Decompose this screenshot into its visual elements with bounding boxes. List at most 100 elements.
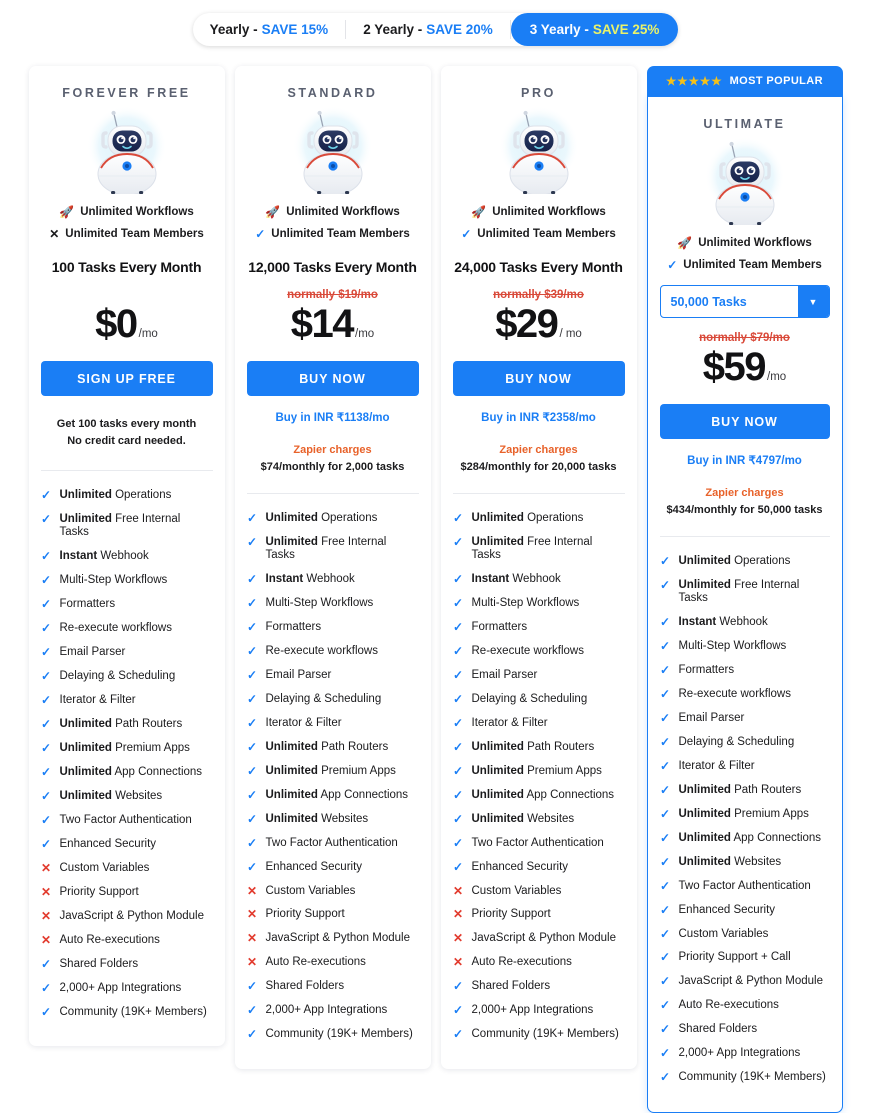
cross-icon: ✕	[49, 227, 60, 241]
feature-bold-prefix: Unlimited	[59, 789, 112, 802]
feature-text: Unlimited Path Routers	[472, 741, 595, 754]
check-icon: ✓	[452, 787, 464, 802]
feature-bold-prefix: Unlimited	[265, 536, 318, 549]
zapier-charges-detail: $284/monthly for 20,000 tasks	[460, 461, 617, 473]
highlight-workflows-label: Unlimited Workflows	[286, 206, 400, 218]
plan-card-body: ULTIMATE 🚀 Unlimited Workflows ✓ Unlimit…	[646, 96, 843, 1113]
feature-text: Priority Support	[60, 886, 139, 899]
feature-label: Operations	[115, 489, 172, 502]
billing-tab-2[interactable]: 2 Yearly - SAVE 20%	[346, 13, 510, 46]
star-rating-icon: ★★★★★	[666, 76, 723, 88]
feature-label: Path Routers	[115, 717, 183, 730]
feature-label: Priority Support	[265, 908, 345, 921]
feature-label: Multi-Step Workflows	[265, 596, 374, 609]
feature-row: ✓ Delaying & Scheduling	[41, 665, 213, 689]
feature-label: 2,000+ App Integrations	[265, 1004, 388, 1017]
billing-tab-1[interactable]: Yearly - SAVE 15%	[193, 13, 346, 46]
feature-text: Multi-Step Workflows	[266, 597, 374, 610]
feature-row: ✓ Shared Folders	[660, 1018, 830, 1042]
task-quantity-select[interactable]: 50,000 Tasks ▼	[659, 285, 830, 318]
feature-text: Instant Webhook	[60, 550, 149, 563]
cross-icon: ✕	[452, 883, 464, 898]
feature-label: Formatters	[471, 620, 528, 633]
feature-text: JavaScript & Python Module	[679, 975, 823, 988]
highlight-workflows-label: Unlimited Workflows	[698, 237, 812, 249]
check-icon: ✓	[40, 488, 52, 503]
billing-tab-save-label: SAVE 20%	[426, 22, 493, 37]
card-divider	[246, 493, 419, 494]
feature-row: ✓ Email Parser	[41, 641, 213, 665]
check-icon: ✓	[659, 806, 671, 821]
cta-button[interactable]: SIGN UP FREE	[40, 361, 213, 396]
check-icon: ✓	[246, 1003, 258, 1018]
feature-bold-prefix: Unlimited	[59, 489, 112, 502]
feature-label: Re-execute workflows	[265, 644, 378, 657]
plan-mascot	[453, 104, 625, 196]
feature-label: Webhook	[512, 572, 561, 585]
check-icon: ✓	[667, 258, 678, 272]
feature-label: Path Routers	[734, 783, 802, 796]
highlight-team-members-label: Unlimited Team Members	[271, 228, 410, 240]
billing-tab-3[interactable]: 3 Yearly - SAVE 25%	[510, 13, 679, 46]
feature-row: ✓ Unlimited Free Internal Tasks	[660, 574, 830, 611]
highlight-workflows-label: Unlimited Workflows	[492, 206, 606, 218]
feature-row: ✓ Re-execute workflows	[247, 640, 419, 664]
cross-icon: ✕	[452, 907, 464, 922]
check-icon: ✓	[246, 691, 258, 706]
feature-row: ✓ Unlimited Operations	[41, 484, 213, 508]
feature-label: Enhanced Security	[678, 903, 776, 916]
feature-label: Custom Variables	[471, 884, 562, 897]
cta-button[interactable]: BUY NOW	[452, 361, 625, 396]
robot-mascot-icon	[498, 106, 579, 194]
feature-text: Formatters	[60, 598, 116, 611]
feature-label: Operations	[527, 512, 584, 525]
feature-bold-prefix: Unlimited	[265, 740, 318, 753]
feature-label: JavaScript & Python Module	[678, 975, 823, 988]
feature-label: Websites	[734, 855, 782, 868]
feature-label: Iterator & Filter	[59, 693, 136, 706]
feature-row: ✓ Multi-Step Workflows	[41, 569, 213, 593]
pricing-card-forever-free: FOREVER FREE 🚀 Unlimited Workflows ✕ Unl…	[28, 66, 225, 1047]
feature-text: Unlimited App Connections	[679, 832, 822, 845]
feature-bold-prefix: Unlimited	[471, 812, 524, 825]
check-icon: ✓	[40, 596, 52, 611]
plan-card-body: FOREVER FREE 🚀 Unlimited Workflows ✕ Unl…	[28, 66, 225, 1047]
check-icon: ✓	[452, 859, 464, 874]
free-plan-note-line2: No credit card needed.	[67, 435, 186, 448]
check-icon: ✓	[40, 812, 52, 827]
feature-text: Multi-Step Workflows	[60, 574, 168, 587]
feature-row: ✓ Unlimited Operations	[247, 507, 419, 531]
feature-text: Community (19K+ Members)	[679, 1071, 826, 1084]
cta-button[interactable]: BUY NOW	[659, 404, 830, 439]
feature-label: Webhook	[306, 572, 355, 585]
feature-row: ✕ Custom Variables	[247, 879, 419, 903]
inr-price-link[interactable]: Buy in INR ₹1138/mo	[247, 410, 419, 424]
feature-label: Premium Apps	[527, 764, 602, 777]
feature-row: ✓ Re-execute workflows	[453, 640, 625, 664]
feature-row: ✓ Email Parser	[453, 664, 625, 688]
check-icon: ✓	[246, 787, 258, 802]
feature-label: App Connections	[114, 765, 203, 778]
billing-toggle-group: Yearly - SAVE 15% 2 Yearly - SAVE 20% 3 Ye…	[192, 13, 679, 46]
check-icon: ✓	[659, 734, 671, 749]
tasks-per-month: 100 Tasks Every Month	[51, 259, 202, 275]
price-period: /mo	[767, 371, 787, 383]
feature-text: Instant Webhook	[679, 616, 768, 629]
feature-label: JavaScript & Python Module	[59, 909, 204, 922]
cta-button[interactable]: BUY NOW	[246, 361, 419, 396]
feature-label: Iterator & Filter	[471, 716, 548, 729]
feature-label: Websites	[321, 812, 369, 825]
inr-price-link[interactable]: Buy in INR ₹4797/mo	[660, 453, 830, 467]
feature-label: Iterator & Filter	[265, 716, 342, 729]
feature-label: Premium Apps	[321, 764, 396, 777]
check-icon: ✓	[40, 692, 52, 707]
feature-text: Unlimited Operations	[679, 555, 791, 568]
rocket-icon: 🚀	[471, 205, 487, 219]
feature-text: Unlimited Premium Apps	[266, 765, 396, 778]
feature-text: Iterator & Filter	[266, 717, 342, 730]
check-icon: ✓	[452, 571, 464, 586]
feature-text: JavaScript & Python Module	[60, 910, 204, 923]
inr-price-link[interactable]: Buy in INR ₹2358/mo	[453, 410, 625, 424]
check-icon: ✓	[40, 512, 52, 527]
feature-row: ✓ Enhanced Security	[660, 898, 830, 922]
